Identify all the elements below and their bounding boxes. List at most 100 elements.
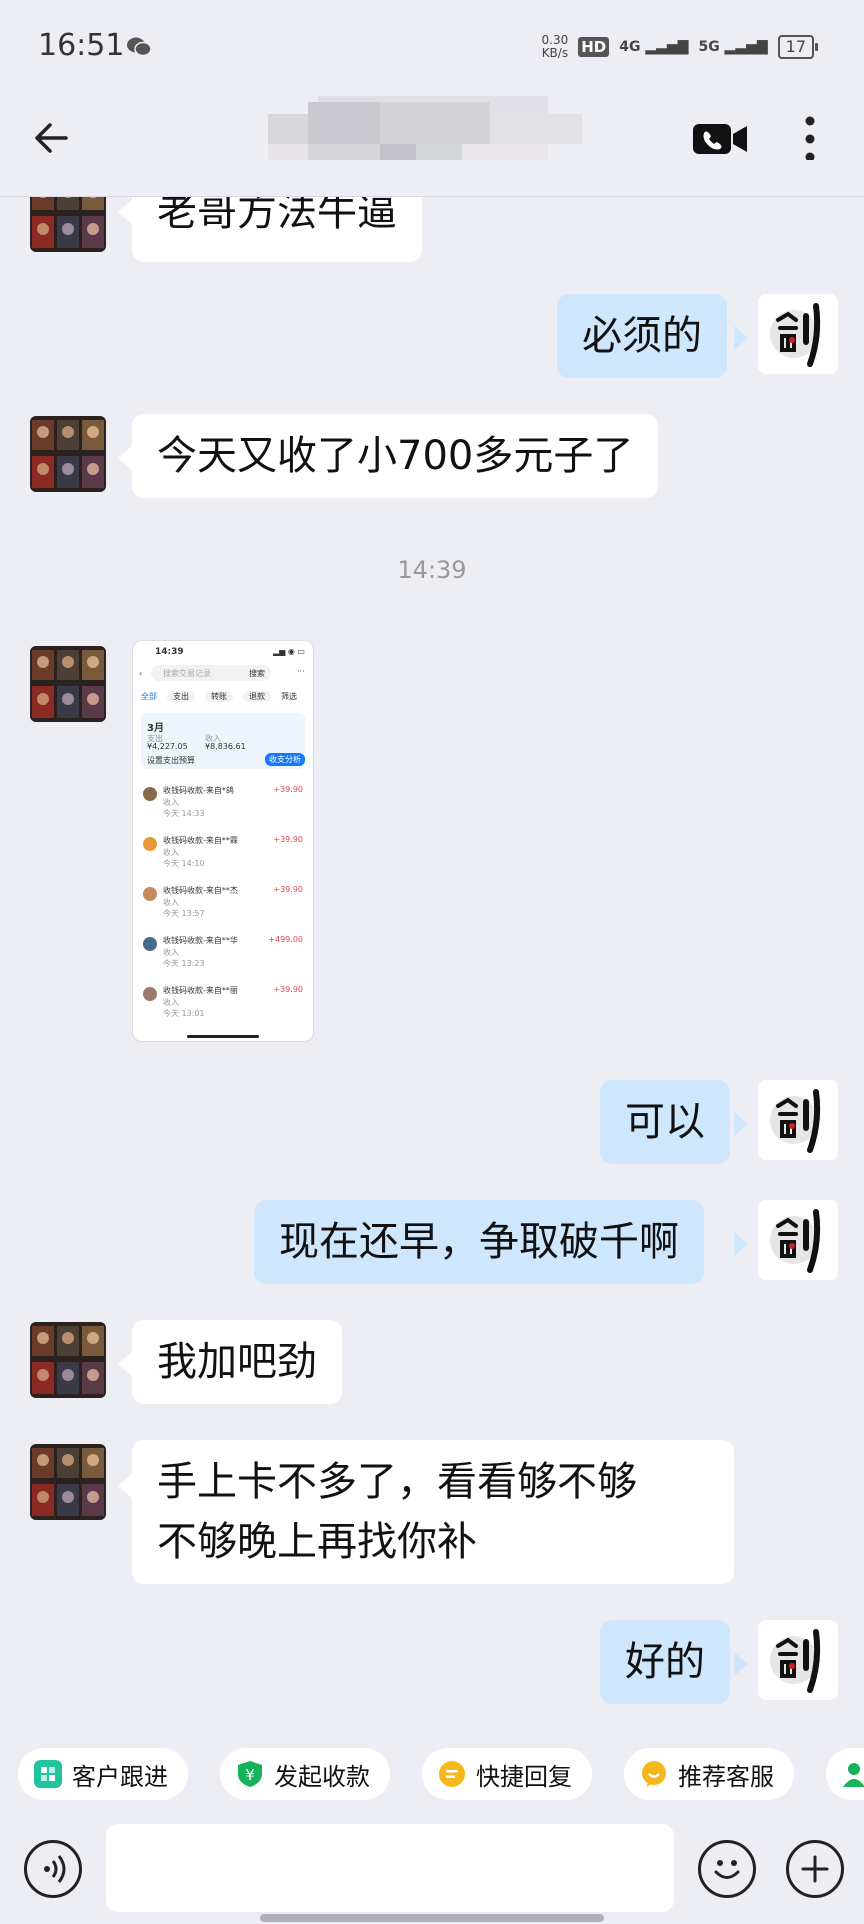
thumb-transaction-title: 收钱码收款-来自**霖 — [163, 836, 238, 845]
my-avatar[interactable] — [758, 1200, 838, 1280]
thumb-income-tag: 收入 — [163, 948, 179, 957]
thumb-income-tag: 收入 — [163, 848, 179, 857]
thumb-home-indicator — [187, 1035, 259, 1038]
thumb-status-icons: ▂▅ ◉ ▭ — [273, 647, 305, 656]
contact-avatar[interactable] — [30, 416, 106, 492]
plus-icon — [801, 1855, 829, 1883]
thumb-payer-avatar — [143, 887, 157, 901]
thumb-tabs: 全部 支出 转账 退款 筛选 — [141, 691, 297, 702]
message-line: 手上卡不多了，看看够不够 — [157, 1459, 637, 1505]
thumb-transaction-amount: +39.90 — [273, 785, 303, 794]
emoji-icon — [714, 1860, 740, 1879]
my-avatar[interactable] — [758, 294, 838, 374]
voice-input-button[interactable] — [24, 1840, 82, 1898]
thumb-search: 搜索交易记录 搜索 — [151, 665, 271, 681]
bubble-tail — [118, 1352, 132, 1376]
thumb-income-tag: 收入 — [163, 898, 179, 907]
emoji-button[interactable] — [698, 1840, 756, 1898]
message-bubble[interactable]: 可以 — [600, 1080, 730, 1164]
bubble-tail — [118, 446, 132, 470]
message-bubble[interactable]: 好的 — [600, 1620, 730, 1704]
thumb-time: 14:39 — [155, 647, 184, 657]
hd-badge: HD — [578, 37, 610, 57]
contact-avatar[interactable] — [30, 646, 106, 722]
thumb-more-icon: ··· — [297, 667, 305, 676]
quick-reply-icon — [439, 1761, 465, 1787]
thumb-payer-avatar — [143, 787, 157, 801]
thumb-summary: 3月 支出 ¥4,227.05 收入 ¥8,836.61 设置支出预算 收支分析 — [141, 713, 305, 769]
thumb-transaction-amount: +39.90 — [273, 885, 303, 894]
thumb-transaction-amount: +39.90 — [273, 835, 303, 844]
bubble-tail — [734, 1112, 748, 1136]
message-bubble-multiline[interactable]: 手上卡不多了，看看够不够 不够晚上再找你补 — [132, 1440, 734, 1584]
chip-label: 快捷回复 — [476, 1762, 572, 1791]
signal-4g-icon: 4G ▂▃▅▇ — [619, 39, 689, 55]
chip-customer-followup[interactable]: 客户跟进 — [18, 1748, 188, 1800]
thumb-payer-avatar — [143, 987, 157, 1001]
header-overlap-mask — [0, 160, 864, 196]
message-bubble[interactable]: 必须的 — [557, 294, 727, 378]
thumb-transaction-amount: +499.00 — [268, 935, 303, 944]
chip-label: 发起收款 — [274, 1762, 370, 1791]
video-call-icon[interactable] — [692, 120, 748, 158]
thumb-payer-avatar — [143, 837, 157, 851]
thumb-transaction-time: 今天 14:33 — [163, 809, 205, 818]
my-avatar[interactable] — [758, 1080, 838, 1160]
message-timestamp: 14:39 — [397, 556, 467, 584]
person-icon — [843, 1763, 864, 1787]
thumb-payer-avatar — [143, 937, 157, 951]
quick-action-bar: 客户跟进 ¥ 发起收款 快捷回复 推荐客服 — [0, 1728, 864, 1818]
more-functions-button[interactable] — [786, 1840, 844, 1898]
customer-followup-icon — [34, 1760, 62, 1788]
thumb-transaction-row: 收钱码收款-来自**丽 收入 今天 13:01 +39.90 — [139, 983, 307, 1027]
bubble-tail — [734, 326, 748, 350]
thumb-transaction-title: 收钱码收款-来自**杰 — [163, 886, 238, 895]
svg-text:¥: ¥ — [245, 1766, 255, 1784]
chip-overflow[interactable] — [826, 1748, 864, 1800]
thumb-transaction-row: 收钱码收款-来自**杰 收入今天 13:57 +39.90 — [139, 883, 307, 927]
message-bubble[interactable]: 我加吧劲 — [132, 1320, 342, 1404]
screenshot-image-message[interactable]: 14:39 ▂▅ ◉ ▭ ‹ 搜索交易记录 搜索 ··· 全部 支出 转账 退款… — [132, 640, 314, 1042]
voice-icon — [44, 1855, 66, 1883]
thumb-transaction-row: 收钱码收款-来自**华 收入今天 13:23 +499.00 — [139, 933, 307, 977]
thumb-transaction-title: 收钱码收款-来自*鸽 — [163, 786, 234, 795]
thumb-transaction-time: 今天 13:01 — [163, 1009, 205, 1018]
contact-avatar[interactable] — [30, 1444, 106, 1520]
net-speed: 0.30 KB/s — [541, 33, 569, 60]
back-arrow-icon[interactable] — [30, 116, 74, 160]
yuan-shield-icon: ¥ — [238, 1761, 262, 1787]
thumb-transaction-time: 今天 13:57 — [163, 909, 205, 918]
message-line: 不够晚上再找你补 — [157, 1519, 477, 1565]
thumb-transaction-row: 收钱码收款-来自*鸽 收入今天 14:33 +39.90 — [139, 783, 307, 827]
chip-label: 推荐客服 — [678, 1762, 774, 1791]
chat-bubble-icon — [642, 1761, 666, 1787]
thumb-transaction-title: 收钱码收款-来自**丽 — [163, 986, 238, 995]
message-bubble[interactable]: 今天又收了小700多元子了 — [132, 414, 659, 498]
thumb-transaction-title: 收钱码收款-来自**华 — [163, 936, 238, 945]
message-bubble[interactable]: 现在还早，争取破千啊 — [254, 1200, 704, 1284]
chip-recommend-service[interactable]: 推荐客服 — [624, 1748, 794, 1800]
thumb-income-tag: 收入 — [163, 798, 179, 807]
thumb-back-icon: ‹ — [139, 669, 143, 678]
more-vertical-icon[interactable] — [800, 114, 820, 164]
wechat-icon — [127, 37, 152, 57]
bubble-tail — [118, 1474, 132, 1498]
bubble-tail — [734, 1652, 748, 1676]
chip-request-payment[interactable]: ¥ 发起收款 — [220, 1748, 390, 1800]
home-indicator[interactable] — [260, 1914, 604, 1922]
message-input[interactable] — [106, 1824, 674, 1912]
contact-avatar[interactable] — [30, 1322, 106, 1398]
thumb-transaction-time: 今天 13:23 — [163, 959, 205, 968]
battery-icon: 17 — [777, 35, 819, 59]
header-divider — [0, 196, 864, 197]
bubble-tail — [734, 1232, 748, 1256]
thumb-transaction-row: 收钱码收款-来自**霖 收入今天 14:10 +39.90 — [139, 833, 307, 877]
thumb-transaction-time: 今天 14:10 — [163, 859, 205, 868]
chip-quick-reply[interactable]: 快捷回复 — [422, 1748, 592, 1800]
bubble-tail — [118, 200, 132, 224]
my-avatar[interactable] — [758, 1620, 838, 1700]
chip-label: 客户跟进 — [72, 1762, 168, 1791]
signal-5g-icon: 5G ▂▃▅▇ — [698, 39, 768, 55]
status-time: 16:51 — [38, 28, 125, 63]
thumb-transaction-amount: +39.90 — [273, 985, 303, 994]
